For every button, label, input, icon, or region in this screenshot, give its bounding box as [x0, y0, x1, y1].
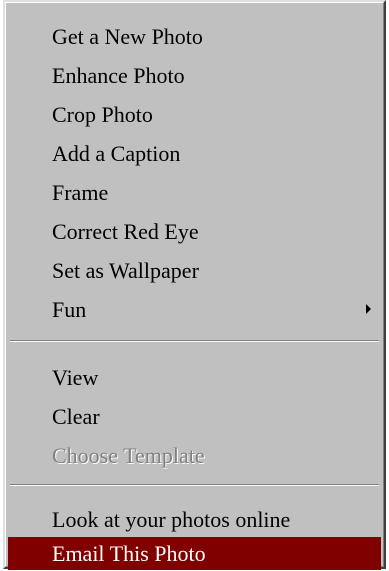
menu-item-label: Set as Wallpaper	[52, 258, 199, 283]
menu-item-get-new-photo[interactable]: Get a New Photo	[8, 20, 381, 53]
menu-item-crop-photo[interactable]: Crop Photo	[8, 98, 381, 131]
menu-item-set-as-wallpaper[interactable]: Set as Wallpaper	[8, 254, 381, 287]
menu-item-view[interactable]: View	[8, 361, 381, 394]
menu-item-frame[interactable]: Frame	[8, 176, 381, 209]
menu-separator	[10, 340, 379, 342]
menu-item-label: Get a New Photo	[52, 24, 203, 49]
menu-item-look-at-photos-online[interactable]: Look at your photos online	[8, 503, 381, 536]
menu-item-label: Email This Photo	[52, 541, 206, 566]
menu-item-label: Enhance Photo	[52, 63, 185, 88]
menu-item-label: Frame	[52, 180, 109, 205]
menu-item-enhance-photo[interactable]: Enhance Photo	[8, 59, 381, 92]
menu-item-fun[interactable]: Fun	[8, 293, 381, 326]
triangle-right-icon	[366, 304, 371, 314]
menu-item-email-this-photo[interactable]: Email This Photo	[8, 537, 381, 570]
menu-item-label: Fun	[52, 297, 87, 322]
menu-item-label: Clear	[52, 404, 100, 429]
menu-item-label: Crop Photo	[52, 102, 153, 127]
menu-item-label: Choose Template	[52, 443, 205, 468]
context-menu: Get a New Photo Enhance Photo Crop Photo…	[3, 0, 386, 570]
menu-item-add-caption[interactable]: Add a Caption	[8, 137, 381, 170]
context-menu-body: Get a New Photo Enhance Photo Crop Photo…	[5, 2, 384, 570]
menu-item-correct-red-eye[interactable]: Correct Red Eye	[8, 215, 381, 248]
menu-item-label: View	[52, 365, 99, 390]
menu-separator	[10, 484, 379, 486]
menu-item-label: Add a Caption	[52, 141, 181, 166]
menu-item-label: Look at your photos online	[52, 507, 291, 532]
menu-item-choose-template: Choose Template	[8, 439, 381, 472]
menu-item-clear[interactable]: Clear	[8, 400, 381, 433]
menu-item-label: Correct Red Eye	[52, 219, 199, 244]
